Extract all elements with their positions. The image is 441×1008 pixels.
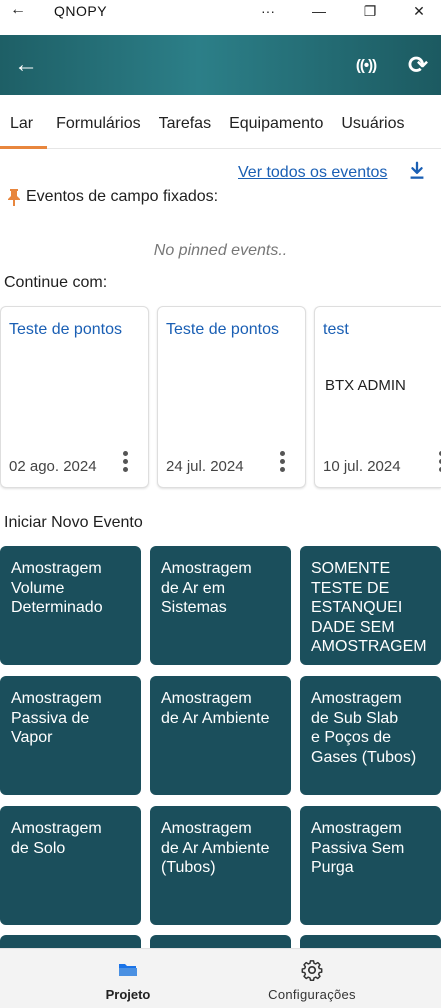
event-type-tile-label-line: Amostragem (311, 820, 402, 837)
more-vert-icon[interactable] (117, 449, 133, 475)
event-type-tile-label-line: (Tubos) (161, 859, 216, 876)
tab-bar: Lar Formulários Tarefas Equipamento Usuá… (0, 101, 441, 149)
window-restore-icon[interactable]: ❐ (355, 0, 385, 22)
event-type-tile-label-line: TESTE DE (311, 579, 390, 597)
event-type-tile-label-line: Vapor (11, 729, 53, 746)
event-type-tile-label-line: Passiva Sem (311, 839, 405, 857)
continue-card[interactable]: Teste de pontos 02 ago. 2024 (0, 306, 149, 488)
continue-card[interactable]: Teste de pontos 24 jul. 2024 (157, 306, 306, 488)
window-title: QNOPY (54, 3, 108, 19)
event-type-tile[interactable]: Amostragem Volume Determinado (0, 546, 141, 665)
event-type-tile-label-line: de Sub Slab (311, 709, 399, 727)
event-type-tile-label-line: de Ar Ambiente (161, 839, 270, 857)
card-title: Teste de pontos (9, 321, 122, 338)
window-close-icon[interactable]: ✕ (404, 0, 434, 22)
event-type-tile-label-line: Passiva de (11, 709, 90, 727)
event-type-tile-label-line: ESTANQUEI (311, 599, 403, 616)
event-type-tile[interactable]: SOMENTE TESTE DE ESTANQUEI DADE SEM AMOSTRAG… (300, 546, 441, 665)
view-all-events-link[interactable]: Ver todos os eventos (238, 164, 387, 182)
event-type-tile[interactable]: Amostragem de Sub Slab e Poços de Gases (Tu… (300, 676, 441, 795)
card-title: Teste de pontos (166, 321, 279, 338)
tab-tarefas[interactable]: Tarefas (150, 101, 220, 148)
card-user: BTX ADMIN (325, 377, 406, 394)
event-type-tile-label-line: Amostragem (11, 560, 102, 577)
event-type-tile-label-line: Purga (311, 859, 354, 876)
event-type-tile[interactable]: Amostragem de Ar Ambiente (150, 676, 291, 795)
pinned-events-title: Eventos de campo fixados: (26, 188, 219, 205)
tab-lar[interactable]: Lar (0, 101, 48, 149)
broadcast-icon[interactable]: ((•)) (346, 35, 386, 95)
event-type-tile-label-line: Gases (Tubos) (311, 748, 417, 766)
event-type-tile-label-line: Amostragem (11, 820, 102, 837)
no-pinned-events-message: No pinned events.. (153, 242, 288, 259)
arrow-left-icon[interactable]: ← (6, 35, 46, 95)
continue-section-title: Continue com: (4, 274, 108, 291)
continue-card[interactable]: test BTX ADMIN 10 jul. 2024 (314, 306, 441, 488)
window-back-icon[interactable]: ← (10, 1, 26, 19)
event-type-tile-label-line: DADE SEM (311, 618, 395, 636)
event-type-tile-label-line: Amostragem (311, 690, 402, 707)
nav-configuracoes-label: Configurações (268, 987, 356, 1002)
event-type-tile-label-line: Amostragem (161, 690, 252, 707)
window-titlebar: ← QNOPY ··· — ❐ ✕ (0, 0, 441, 22)
nav-projeto[interactable]: Projeto (88, 949, 168, 1008)
app-bar: ← ((•)) ⟳ (0, 35, 441, 95)
event-type-tile-label-line: e Poços de (311, 729, 392, 746)
pin-icon (8, 189, 20, 206)
tab-formularios[interactable]: Formulários (47, 101, 149, 148)
card-date: 10 jul. 2024 (323, 458, 401, 475)
event-type-tile[interactable]: Amostragem de Ar Ambiente (Tubos) (150, 806, 291, 925)
nav-configuracoes[interactable]: Configurações (252, 949, 372, 1008)
tab-equipamento[interactable]: Equipamento (220, 101, 332, 148)
event-type-tile-label-line: Amostragem (161, 820, 252, 837)
download-icon[interactable] (406, 160, 428, 182)
card-date: 24 jul. 2024 (166, 458, 244, 475)
event-type-tile-label-line: Determinado (11, 599, 103, 616)
window-more-icon[interactable]: ··· (253, 0, 283, 22)
event-type-tile-label-line: Amostragem (11, 690, 102, 707)
bottom-navigation: Projeto Configurações (0, 948, 441, 1008)
tab-usuarios[interactable]: Usuários (332, 101, 413, 148)
event-type-tile-label-line: AMOSTRAGEM (311, 638, 427, 655)
event-type-tile-label-line: de Ar Ambiente (161, 709, 270, 727)
folder-icon (119, 964, 137, 976)
more-vert-icon[interactable] (274, 449, 290, 475)
event-type-tile[interactable]: Amostragem Passiva de Vapor (0, 676, 141, 795)
continue-cards: Teste de pontos 02 ago. 2024 Teste de po… (0, 306, 441, 490)
event-type-tile-label-line: SOMENTE (311, 560, 391, 577)
nav-projeto-label: Projeto (105, 987, 151, 1002)
event-type-tile-label-line: Sistemas (161, 599, 227, 616)
event-type-tile[interactable]: Amostragem de Ar em Sistemas (150, 546, 291, 665)
event-type-tile-label-line: de Solo (11, 839, 66, 857)
gear-icon (301, 960, 323, 981)
more-vert-icon[interactable] (433, 449, 441, 475)
event-type-tile-label-line: Volume (11, 579, 65, 597)
event-type-tile[interactable]: Amostragem Passiva Sem Purga (300, 806, 441, 925)
event-type-tile[interactable]: Amostragem de Solo (0, 806, 141, 925)
window-minimize-icon[interactable]: — (304, 0, 334, 22)
card-title: test (323, 321, 349, 338)
pinned-events-header: Eventos de campo fixados: (6, 188, 218, 206)
refresh-icon[interactable]: ⟳ (398, 35, 438, 95)
event-type-tile-label-line: de Ar em (161, 579, 226, 597)
event-type-tile-label-line: Amostragem (161, 560, 252, 577)
new-event-section-title: Iniciar Novo Evento (4, 514, 143, 531)
card-date: 02 ago. 2024 (9, 458, 97, 475)
